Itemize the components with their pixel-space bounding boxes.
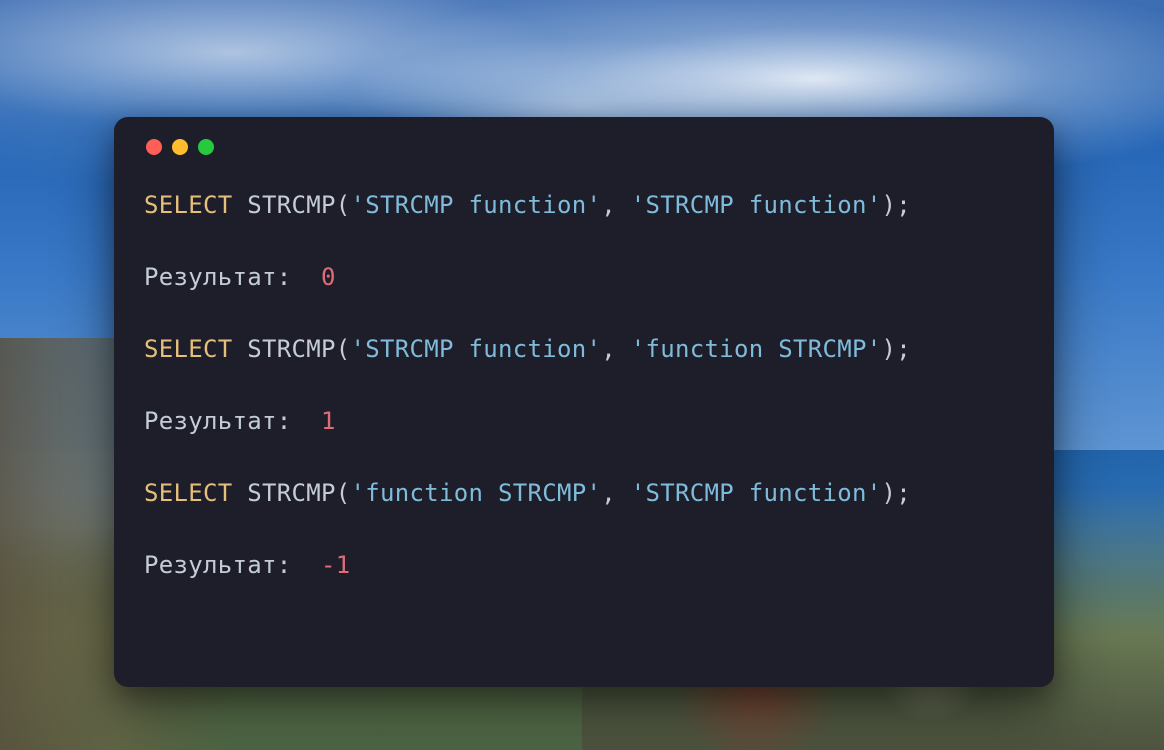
paren-open: ( (336, 335, 351, 363)
result-label: Результат: (144, 263, 321, 291)
comma: , (601, 335, 631, 363)
function-name: STRCMP (247, 335, 336, 363)
paren-close: ); (882, 479, 912, 507)
function-name: STRCMP (247, 191, 336, 219)
query-line-2: SELECT STRCMP('STRCMP function', 'functi… (144, 331, 1024, 367)
code-window[interactable]: SELECT STRCMP('STRCMP function', 'STRCMP… (114, 117, 1054, 687)
paren-close: ); (882, 191, 912, 219)
space (233, 191, 248, 219)
close-button[interactable] (146, 139, 162, 155)
comma: , (601, 191, 631, 219)
string-arg2: 'STRCMP function' (631, 479, 882, 507)
space (233, 335, 248, 363)
function-name: STRCMP (247, 479, 336, 507)
keyword-select: SELECT (144, 479, 233, 507)
keyword-select: SELECT (144, 191, 233, 219)
paren-open: ( (336, 479, 351, 507)
result-label: Результат: (144, 551, 321, 579)
string-arg1: 'function STRCMP' (351, 479, 602, 507)
string-arg2: 'STRCMP function' (631, 191, 882, 219)
result-value: 1 (321, 407, 336, 435)
string-arg2: 'function STRCMP' (631, 335, 882, 363)
query-line-1: SELECT STRCMP('STRCMP function', 'STRCMP… (144, 187, 1024, 223)
query-line-3: SELECT STRCMP('function STRCMP', 'STRCMP… (144, 475, 1024, 511)
result-value: -1 (321, 551, 351, 579)
result-line-1: Результат: 0 (144, 259, 1024, 295)
result-line-2: Результат: 1 (144, 403, 1024, 439)
paren-open: ( (336, 191, 351, 219)
result-line-3: Результат: -1 (144, 547, 1024, 583)
string-arg1: 'STRCMP function' (351, 191, 602, 219)
result-label: Результат: (144, 407, 321, 435)
code-content: SELECT STRCMP('STRCMP function', 'STRCMP… (144, 187, 1024, 583)
window-controls (146, 139, 1024, 155)
string-arg1: 'STRCMP function' (351, 335, 602, 363)
maximize-button[interactable] (198, 139, 214, 155)
space (233, 479, 248, 507)
minimize-button[interactable] (172, 139, 188, 155)
paren-close: ); (882, 335, 912, 363)
comma: , (601, 479, 631, 507)
result-value: 0 (321, 263, 336, 291)
keyword-select: SELECT (144, 335, 233, 363)
